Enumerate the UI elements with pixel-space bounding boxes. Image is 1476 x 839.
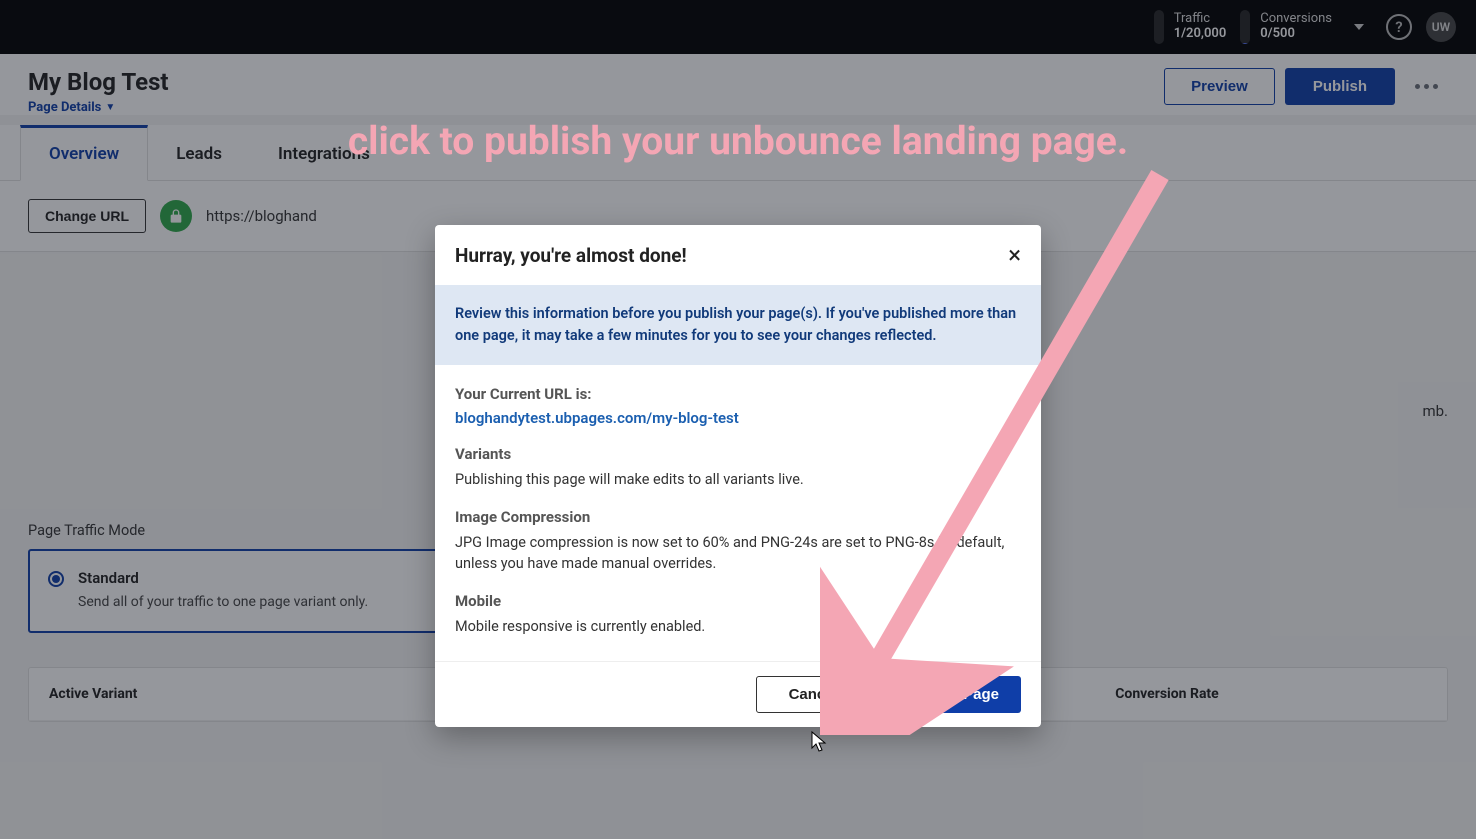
- modal-overlay: Hurray, you're almost done! × Review thi…: [0, 0, 1476, 839]
- mobile-text: Mobile responsive is currently enabled.: [455, 616, 1021, 637]
- image-compression-text: JPG Image compression is now set to 60% …: [455, 532, 1021, 574]
- close-icon[interactable]: ×: [1008, 243, 1021, 267]
- cancel-button[interactable]: Cancel: [756, 676, 871, 713]
- modal-notice: Review this information before you publi…: [435, 285, 1041, 365]
- publish-page-button[interactable]: Publish Page: [883, 676, 1021, 713]
- variants-label: Variants: [455, 445, 1021, 463]
- publish-confirm-modal: Hurray, you're almost done! × Review thi…: [435, 225, 1041, 727]
- current-url-label: Your Current URL is:: [455, 385, 1021, 403]
- mobile-label: Mobile: [455, 592, 1021, 610]
- variants-text: Publishing this page will make edits to …: [455, 469, 1021, 490]
- modal-title: Hurray, you're almost done!: [455, 244, 687, 267]
- current-url-value[interactable]: bloghandytest.ubpages.com/my-blog-test: [455, 409, 1021, 427]
- image-compression-label: Image Compression: [455, 508, 1021, 526]
